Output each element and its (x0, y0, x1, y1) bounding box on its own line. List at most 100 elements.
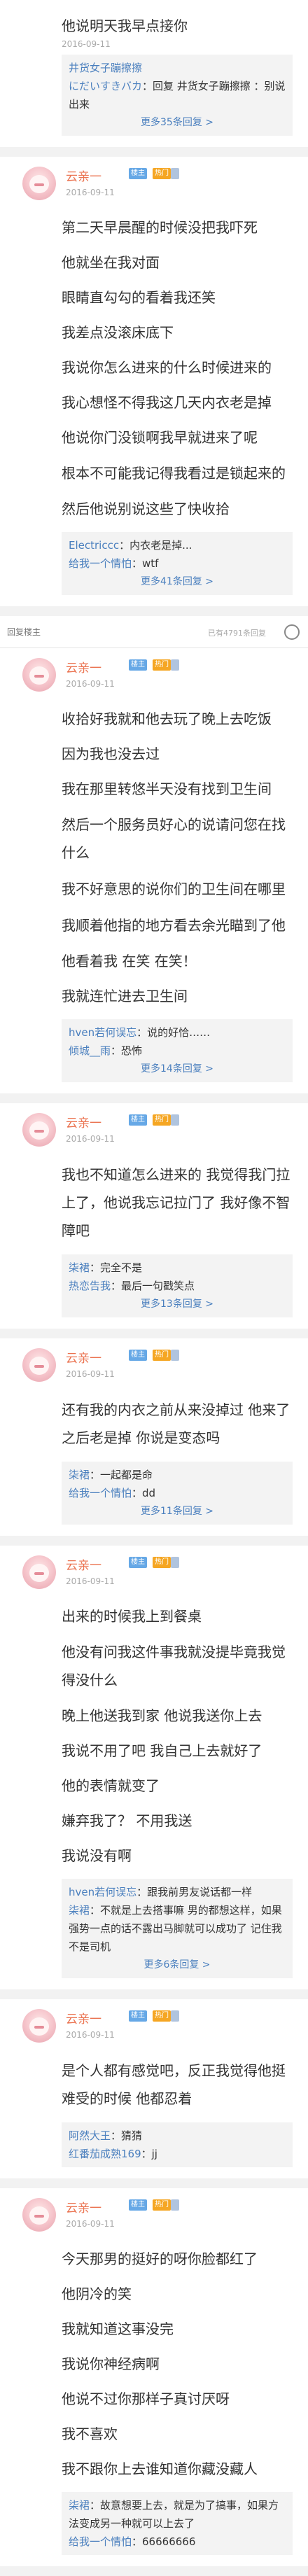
post-line: 他就坐在我对面 (62, 254, 160, 271)
post-line: 我说你怎么进来的什么时候进来的 (62, 359, 272, 376)
reply-item[interactable]: 柒裙：不就是上去搭事嘛 男的都想这样，如果强势一点的话不露出马脚就可以成功了 记… (69, 1901, 286, 1956)
avatar[interactable] (22, 1348, 56, 1382)
reply-username[interactable]: 红番茄成熟169 (69, 2148, 141, 2160)
post-line: 他说明天我早点接你 (62, 18, 188, 34)
reply-text: ：66666666 (132, 2535, 196, 2548)
reply-text: ：说的好恰…… (136, 1026, 211, 1039)
reply-text: ：jj (141, 2148, 158, 2160)
post-card: 云亲一 楼主 热门 2016-09-11 还有我的内衣之前从来没掉过 他来了之后老是掉 … (0, 1338, 308, 1546)
share-icon[interactable] (284, 624, 300, 640)
reply-text: ：一起都是命 (90, 1469, 153, 1481)
reply-item[interactable]: 井货女子蹦擦擦 (69, 59, 286, 77)
level-badge: 热门 (153, 1350, 171, 1361)
avatar[interactable] (22, 1555, 56, 1589)
op-badge: 楼主 (129, 2199, 147, 2211)
post-line: 因为我也没去过 (62, 746, 160, 762)
post-line: 然后一个服务员好心的说请问您在找什么 (62, 816, 286, 861)
reply-username[interactable]: 给我一个情怕 (69, 557, 132, 570)
more-replies-link[interactable]: 更多41条回复 > (69, 573, 286, 591)
reply-username[interactable]: Electriccc (69, 539, 119, 552)
reply-box: 柒裙：一起都是命 给我一个情怕：dd 更多11条回复 > (62, 1462, 293, 1525)
post-line: 我差点没滚床底下 (62, 324, 174, 341)
gender-icon (171, 2199, 179, 2211)
reply-item[interactable]: にだいすきバカ：回复 井货女子蹦擦擦 ：别说出来 (69, 77, 286, 113)
post-line: 今天那男的挺好的呀你脸都红了 (62, 2250, 258, 2267)
post-line: 我说不用了吧 我自己上去就好了 (62, 1742, 262, 1759)
post-line: 他没有问我这件事我就没提毕竟我觉得没什么 (62, 1644, 286, 1688)
reply-username[interactable]: にだいすきバカ (69, 80, 142, 92)
reply-item[interactable]: hven若何误忘：说的好恰…… (69, 1023, 286, 1042)
more-replies-link[interactable]: 更多11条回复 > (69, 1502, 286, 1520)
post-line: 我在那里转悠半天没有找到卫生间 (62, 780, 272, 797)
avatar[interactable] (22, 658, 56, 692)
post-card: 云亲一 楼主 热门 2016-09-11 我也不知道怎么进来的 我觉得我门拉上了，他说我… (0, 1103, 308, 1338)
reply-username[interactable]: 柒裙 (69, 2499, 90, 2512)
more-replies-link[interactable]: 更多6条回复 > (69, 1956, 286, 1974)
post-date: 2016-09-11 (66, 1576, 115, 1586)
avatar[interactable] (22, 1113, 56, 1147)
reply-username[interactable]: 热恋告我 (69, 1280, 111, 1292)
gender-icon (171, 1557, 179, 1568)
avatar[interactable] (22, 2009, 56, 2043)
op-badge: 楼主 (129, 168, 147, 179)
reply-item[interactable]: 热恋告我：最后一句戳笑点 (69, 1277, 286, 1295)
reply-item[interactable]: Electriccc：内衣老是掉... (69, 536, 286, 554)
post-line: 收拾好我就和他去玩了晚上去吃饭 (62, 710, 272, 727)
reply-item[interactable]: 阿然大王：猜猜 (69, 2127, 286, 2145)
reply-username[interactable]: 给我一个情怕 (69, 1487, 132, 1499)
avatar[interactable] (22, 167, 56, 200)
username[interactable]: 云亲一 (66, 1113, 102, 1130)
reply-item[interactable]: 给我一个情怕：66666666 (69, 2533, 286, 2551)
reply-username[interactable]: hven若何误忘 (69, 1886, 136, 1898)
reply-text: ：猜猜 (111, 2129, 143, 2142)
more-replies-link[interactable]: 更多14条回复 > (69, 1060, 286, 1078)
reply-item[interactable]: 红番茄成熟169：jj (69, 2145, 286, 2163)
username[interactable]: 云亲一 (66, 1555, 102, 1573)
reply-item[interactable]: 柒裙：故意想要上去，就是为了搞事，如果方法变成另一种就可以上去了 (69, 2496, 286, 2533)
reply-username[interactable]: hven若何误忘 (69, 1026, 136, 1039)
reply-item[interactable]: 给我一个情怕：dd (69, 1484, 286, 1502)
reply-username[interactable]: 井货女子蹦擦擦 (69, 62, 142, 74)
reply-username[interactable]: 阿然大王 (69, 2129, 111, 2142)
more-replies-link[interactable]: 更多13条回复 > (69, 1295, 286, 1313)
reply-username[interactable]: 柒裙 (69, 1469, 90, 1481)
post-header: 云亲一 楼主 热门 2016-09-11 (15, 648, 293, 701)
username[interactable]: 云亲一 (66, 2009, 102, 2026)
reply-bar: 已有4791条回复 (0, 616, 308, 648)
reply-item[interactable]: hven若何误忘：跟我前男友说话都一样 (69, 1883, 286, 1901)
post-line: 是个人都有感觉吧，反正我觉得他挺难受的时候 他都忍着 (62, 2062, 286, 2107)
reply-box: hven若何误忘：说的好恰…… 倾城__雨：恐怖 更多14条回复 > (62, 1019, 293, 1082)
post-header: 云亲一 楼主 热门 2016-09-11 (15, 157, 293, 210)
reply-box: 柒裙：完全不是 热恋告我：最后一句戳笑点 更多13条回复 > (62, 1254, 293, 1317)
reply-item[interactable]: 柒裙：完全不是 (69, 1259, 286, 1277)
post-card: 云亲一 楼主 热门 2016-09-11 第二天早晨醒的时候没把我吓死 他就坐在我对面 眼睛… (0, 157, 308, 616)
post-line: 我不喜欢 (62, 2426, 118, 2442)
username[interactable]: 云亲一 (66, 2198, 102, 2216)
reply-item[interactable]: 倾城__雨：恐怖 (69, 1042, 286, 1060)
op-badge: 楼主 (129, 2010, 147, 2022)
gender-icon (171, 1350, 179, 1361)
post-line: 眼睛直勾勾的看着我还笑 (62, 289, 216, 306)
reply-username[interactable]: 柒裙 (69, 1261, 90, 1274)
avatar[interactable] (22, 2198, 56, 2232)
reply-box: 阿然大王：猜猜 红番茄成熟169：jj (62, 2122, 293, 2167)
reply-username[interactable]: 给我一个情怕 (69, 2535, 132, 2548)
reply-item[interactable]: 给我一个情怕：wtf (69, 554, 286, 573)
post-header: 云亲一 楼主 热门 2016-09-11 (15, 1999, 293, 2052)
username[interactable]: 云亲一 (66, 167, 102, 184)
post-line: 我心想怪不得我这几天内衣老是掉 (62, 394, 272, 411)
more-replies-link[interactable]: 更多35条回复 > (69, 113, 286, 132)
post-line: 他的表情就变了 (62, 1777, 160, 1794)
username[interactable]: 云亲一 (66, 658, 102, 676)
op-badge: 楼主 (129, 1114, 147, 1126)
reply-item[interactable]: 柒裙：一起都是命 (69, 1466, 286, 1484)
post-line: 嫌弃我了？ 不用我送 (62, 1812, 192, 1829)
op-badge: 楼主 (129, 1557, 147, 1568)
reply-input[interactable] (7, 622, 217, 643)
level-badge: 热门 (153, 659, 171, 671)
reply-username[interactable]: 倾城__雨 (69, 1044, 111, 1057)
username[interactable]: 云亲一 (66, 1348, 102, 1366)
level-badge: 热门 (153, 1114, 171, 1126)
reply-username[interactable]: 柒裙 (69, 1904, 90, 1917)
post-line: 他说不过你那样子真讨厌呀 (62, 2390, 230, 2407)
